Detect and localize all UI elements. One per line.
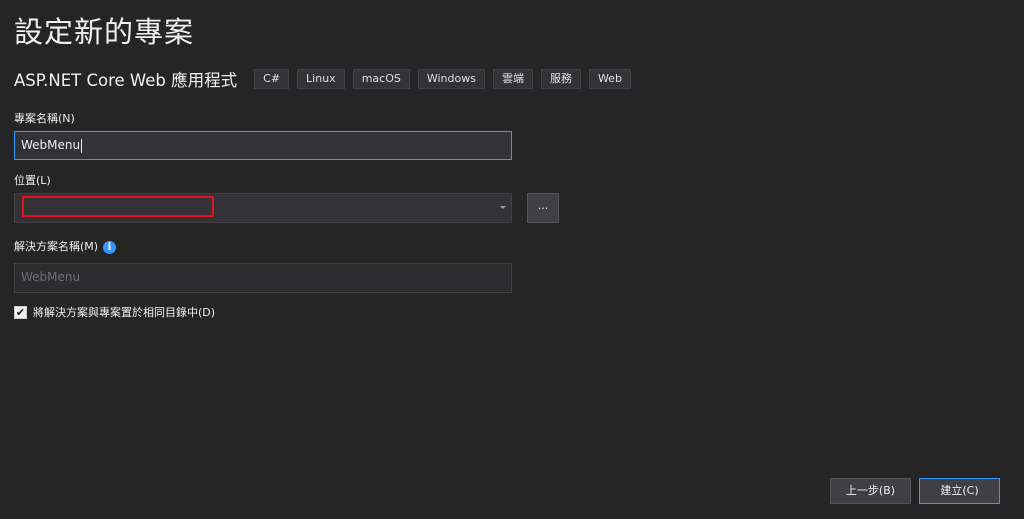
solution-name-input[interactable]: WebMenu [14,263,512,293]
browse-button[interactable]: ... [527,193,559,223]
tag-cloud: 雲端 [492,69,533,89]
tag-service: 服務 [540,69,581,89]
text-caret [81,138,83,153]
page-title: 設定新的專案 [14,15,195,49]
tag-linux: Linux [297,69,345,89]
chevron-down-icon[interactable] [500,206,506,209]
template-name: ASP.NET Core Web 應用程式 [14,71,238,90]
project-name-value: WebMenu [21,138,81,152]
tag-csharp: C# [254,69,290,89]
same-directory-label[interactable]: 將解決方案與專案置於相同目錄中(D) [33,304,215,320]
create-project-dialog: 設定新的專案 ASP.NET Core Web 應用程式 C# Linux ma… [0,0,1024,519]
tag-web: Web [588,69,631,89]
solution-name-placeholder: WebMenu [21,270,81,284]
info-icon[interactable]: i [103,240,117,254]
solution-name-label-row: 解決方案名稱(M) i [14,238,117,254]
back-button[interactable]: 上一步(B) [830,478,911,504]
tag-windows: Windows [417,69,485,89]
create-button[interactable]: 建立(C) [919,478,1000,504]
project-name-label: 專案名稱(N) [14,112,75,125]
same-directory-checkbox[interactable]: ✔ [14,305,27,319]
same-directory-option[interactable]: ✔ 將解決方案與專案置於相同目錄中(D) [14,304,215,320]
template-header: ASP.NET Core Web 應用程式 C# Linux macOS Win… [14,69,639,90]
location-combobox[interactable] [14,193,512,223]
project-name-input[interactable]: WebMenu [14,131,512,160]
solution-name-label: 解決方案名稱(M) [14,240,99,253]
tag-macos: macOS [352,69,410,89]
redaction-box [22,196,214,217]
location-label: 位置(L) [14,174,51,187]
